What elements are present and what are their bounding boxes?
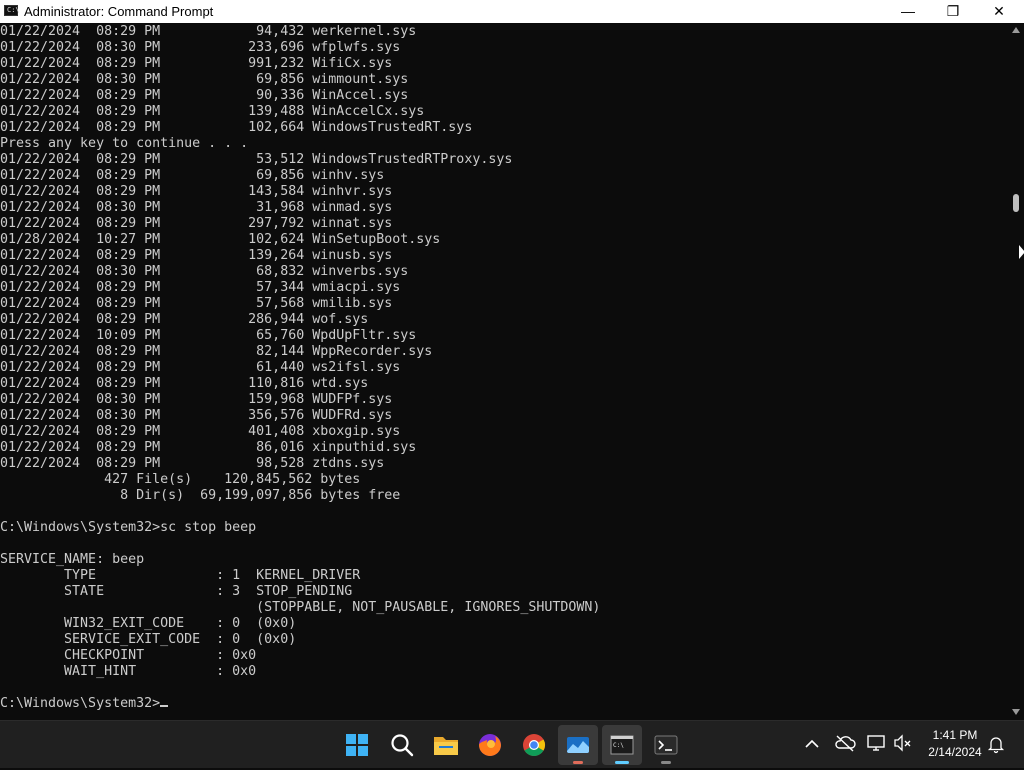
console-line: 01/22/2024 10:09 PM 65,760 WpdUpFltr.sys xyxy=(0,328,417,343)
console-line: 01/22/2024 08:29 PM 143,584 winhvr.sys xyxy=(0,184,393,199)
console-line: Press any key to continue . . . xyxy=(0,136,249,151)
console-line: 01/22/2024 08:30 PM 233,696 wfplwfs.sys xyxy=(0,40,401,55)
chevron-up-icon[interactable] xyxy=(803,735,821,753)
app-running-indicator xyxy=(573,761,583,764)
console-line: 01/22/2024 08:29 PM 139,264 winusb.sys xyxy=(0,248,393,263)
console-line: 01/22/2024 08:29 PM 991,232 WifiCx.sys xyxy=(0,56,393,71)
terminal-icon xyxy=(654,735,678,755)
console-line: 01/22/2024 08:30 PM 69,856 wimmount.sys xyxy=(0,72,409,87)
console-line: 01/22/2024 08:29 PM 53,512 WindowsTruste… xyxy=(0,152,513,167)
console-line: 8 Dir(s) 69,199,097,856 bytes free xyxy=(0,488,401,503)
console-line: 01/22/2024 08:29 PM 401,408 xboxgip.sys xyxy=(0,424,401,439)
console-prompt-line[interactable]: C:\Windows\System32> xyxy=(0,696,1008,712)
notification-bell-icon[interactable] xyxy=(987,734,1005,754)
console-line: SERVICE_EXIT_CODE : 0 (0x0) xyxy=(0,632,297,647)
windows-logo-icon xyxy=(346,734,368,756)
console-line: (STOPPABLE, NOT_PAUSABLE, IGNORES_SHUTDO… xyxy=(0,600,601,615)
console-output[interactable]: 01/22/2024 08:29 PM 94,432 werkernel.sys… xyxy=(0,24,1008,718)
photos-icon xyxy=(567,737,589,753)
console-line: C:\Windows\System32>sc stop beep xyxy=(0,520,257,535)
console-line: 01/22/2024 08:29 PM 98,528 ztdns.sys xyxy=(0,456,385,471)
app-running-indicator xyxy=(661,761,671,764)
search-icon xyxy=(391,734,414,757)
console-text: 01/22/2024 08:29 PM 94,432 werkernel.sys… xyxy=(0,24,1008,696)
taskbar-command-prompt[interactable]: C:\ xyxy=(602,725,642,765)
taskbar-chrome[interactable] xyxy=(514,725,554,765)
chrome-icon xyxy=(523,734,545,756)
console-line: 01/22/2024 08:29 PM 102,664 WindowsTrust… xyxy=(0,120,473,135)
console-line: 01/22/2024 08:29 PM 57,344 wmiacpi.sys xyxy=(0,280,401,295)
console-line: STATE : 3 STOP_PENDING xyxy=(0,584,353,599)
scroll-down-arrow-icon[interactable] xyxy=(1012,709,1020,715)
close-button[interactable]: ✕ xyxy=(976,0,1022,23)
console-line: 427 File(s) 120,845,562 bytes xyxy=(0,472,361,487)
console-line: 01/22/2024 08:29 PM 61,440 ws2ifsl.sys xyxy=(0,360,401,375)
maximize-button[interactable]: ❐ xyxy=(930,0,976,23)
firefox-icon xyxy=(479,734,501,756)
console-line: 01/22/2024 08:29 PM 94,432 werkernel.sys xyxy=(0,24,417,39)
network-icon[interactable] xyxy=(866,733,888,753)
console-line: 01/22/2024 08:29 PM 69,856 winhv.sys xyxy=(0,168,385,183)
console-line: WIN32_EXIT_CODE : 0 (0x0) xyxy=(0,616,297,631)
console-line: 01/22/2024 08:30 PM 159,968 WUDFPf.sys xyxy=(0,392,393,407)
app-focused-indicator xyxy=(615,761,629,764)
volume-muted-icon[interactable] xyxy=(892,733,914,753)
console-line: 01/22/2024 08:29 PM 86,016 xinputhid.sys xyxy=(0,440,417,455)
cmd-icon: C:\ xyxy=(4,5,20,16)
system-clock[interactable]: 1:41 PM 2/14/2024 xyxy=(920,727,990,761)
console-line: 01/22/2024 08:30 PM 356,576 WUDFRd.sys xyxy=(0,408,393,423)
console-line: 01/22/2024 08:29 PM 57,568 wmilib.sys xyxy=(0,296,393,311)
console-line: TYPE : 1 KERNEL_DRIVER xyxy=(0,568,361,583)
console-line: 01/22/2024 08:29 PM 110,816 wtd.sys xyxy=(0,376,369,391)
taskbar-photos[interactable] xyxy=(558,725,598,765)
window-title: Administrator: Command Prompt xyxy=(24,4,214,19)
start-button[interactable] xyxy=(338,725,378,765)
mouse-pointer-icon xyxy=(1019,245,1024,259)
clock-date: 2/14/2024 xyxy=(928,745,982,759)
vertical-scrollbar[interactable] xyxy=(1008,24,1024,718)
taskbar-terminal[interactable] xyxy=(646,725,686,765)
minimize-button[interactable]: — xyxy=(885,0,931,23)
console-line: 01/22/2024 08:30 PM 68,832 winverbs.sys xyxy=(0,264,409,279)
search-button[interactable] xyxy=(382,725,422,765)
scroll-up-arrow-icon[interactable] xyxy=(1012,27,1020,33)
console-line: CHECKPOINT : 0x0 xyxy=(0,648,257,663)
title-bar[interactable]: C:\ Administrator: Command Prompt — ❐ ✕ xyxy=(0,0,1024,23)
text-cursor xyxy=(160,705,169,707)
console-line: 01/22/2024 08:29 PM 139,488 WinAccelCx.s… xyxy=(0,104,425,119)
prompt: C:\Windows\System32> xyxy=(0,696,161,711)
console-line: WAIT_HINT : 0x0 xyxy=(0,664,257,679)
console-line: 01/22/2024 08:29 PM 90,336 WinAccel.sys xyxy=(0,88,409,103)
clock-time: 1:41 PM xyxy=(932,728,978,742)
console-line: 01/28/2024 10:27 PM 102,624 WinSetupBoot… xyxy=(0,232,441,247)
folder-icon xyxy=(434,737,458,755)
scrollbar-thumb[interactable] xyxy=(1013,194,1019,212)
cmd-icon: C:\ xyxy=(610,735,634,755)
cloud-offline-icon[interactable] xyxy=(834,733,856,753)
console-line: 01/22/2024 08:29 PM 297,792 winnat.sys xyxy=(0,216,393,231)
taskbar-file-explorer[interactable] xyxy=(426,725,466,765)
taskbar: C:\ 1:41 PM 2/14/2024 xyxy=(0,720,1024,768)
console-line: SERVICE_NAME: beep xyxy=(0,552,145,567)
taskbar-firefox[interactable] xyxy=(470,725,510,765)
console-line: 01/22/2024 08:29 PM 286,944 wof.sys xyxy=(0,312,369,327)
console-line: 01/22/2024 08:30 PM 31,968 winmad.sys xyxy=(0,200,393,215)
console-line: 01/22/2024 08:29 PM 82,144 WppRecorder.s… xyxy=(0,344,433,359)
svg-text:C:\: C:\ xyxy=(613,742,624,749)
